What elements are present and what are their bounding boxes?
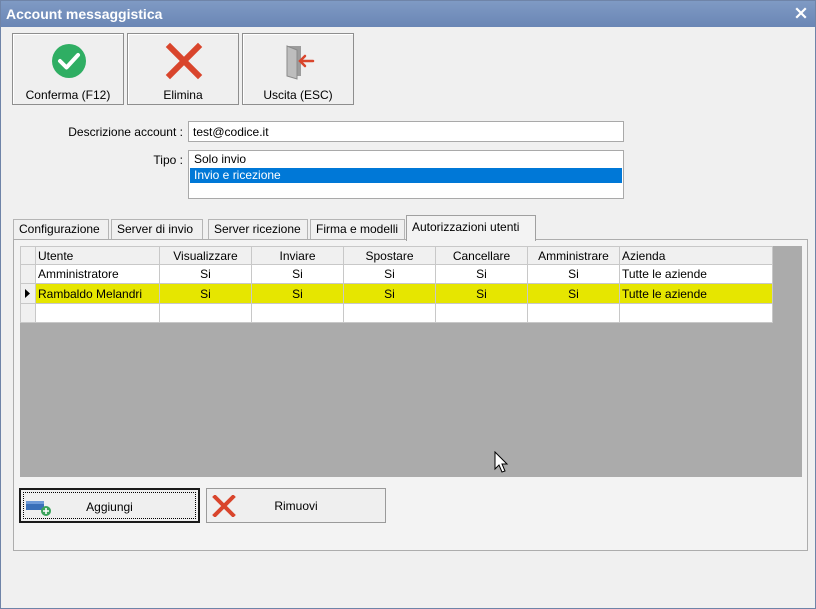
tab-server-invio[interactable]: Server di invio (111, 219, 203, 240)
column-header[interactable]: Cancellare (435, 246, 528, 265)
table-header-row: Utente Visualizzare Inviare Spostare Can… (20, 246, 773, 265)
add-button[interactable]: Aggiungi (19, 488, 200, 523)
row-pointer-icon (25, 289, 30, 298)
checkmark-circle-icon (52, 44, 86, 78)
table-cell[interactable] (159, 303, 252, 323)
table-row-new[interactable] (20, 303, 773, 323)
tab-server-ricezione[interactable]: Server ricezione (208, 219, 308, 240)
table-cell[interactable] (35, 303, 160, 323)
table-cell[interactable]: Si (159, 264, 252, 284)
column-header[interactable]: Visualizzare (159, 246, 252, 265)
column-header[interactable]: Inviare (251, 246, 344, 265)
table-cell[interactable] (527, 303, 620, 323)
table-cell[interactable]: Tutte le aziende (619, 264, 773, 284)
table-cell[interactable]: Si (251, 264, 344, 284)
table-cell[interactable] (435, 303, 528, 323)
table-cell[interactable]: Amministratore (35, 264, 160, 284)
table-cell[interactable]: Rambaldo Melandri (35, 283, 160, 304)
exit-door-icon (286, 45, 315, 80)
confirm-button[interactable]: Conferma (F12) (12, 33, 124, 105)
table-cell[interactable]: Si (159, 283, 252, 304)
tab-configurazione[interactable]: Configurazione (13, 219, 109, 240)
description-label: Descrizione account : (68, 125, 183, 139)
type-listbox[interactable]: Solo invio Invio e ricezione (188, 150, 624, 199)
column-header[interactable]: Azienda (619, 246, 773, 265)
table-cell[interactable]: Si (435, 264, 528, 284)
window-title: Account messaggistica (6, 6, 163, 22)
column-header[interactable]: Utente (35, 246, 160, 265)
row-header[interactable] (20, 283, 36, 304)
table-cell[interactable] (619, 303, 773, 323)
table-cell[interactable] (343, 303, 436, 323)
type-label: Tipo : (153, 153, 183, 167)
type-option-solo-invio[interactable]: Solo invio (190, 152, 622, 167)
title-bar[interactable]: Account messaggistica (1, 1, 815, 27)
type-option-invio-ricezione[interactable]: Invio e ricezione (190, 168, 622, 183)
remove-button-label: Rimuovi (274, 499, 318, 513)
mouse-cursor-icon (494, 451, 509, 473)
tab-firma-modelli[interactable]: Firma e modelli (310, 219, 405, 240)
row-header[interactable] (20, 303, 36, 323)
confirm-button-label: Conferma (F12) (25, 88, 111, 102)
table-row[interactable]: Amministratore Si Si Si Si Si Tutte le a… (20, 264, 773, 284)
row-header-corner (20, 246, 36, 265)
table-cell[interactable]: Si (527, 264, 620, 284)
delete-button-label: Elimina (163, 88, 203, 102)
users-table: Utente Visualizzare Inviare Spostare Can… (20, 246, 773, 323)
table-cell[interactable]: Si (435, 283, 528, 304)
exit-button-label: Uscita (ESC) (263, 88, 333, 102)
table-cell[interactable]: Si (343, 283, 436, 304)
column-header[interactable]: Spostare (343, 246, 436, 265)
table-cell[interactable]: Si (343, 264, 436, 284)
red-x-icon (165, 42, 203, 80)
remove-button[interactable]: Rimuovi (206, 488, 386, 523)
column-header[interactable]: Amministrare (527, 246, 620, 265)
users-grid[interactable]: Utente Visualizzare Inviare Spostare Can… (20, 246, 802, 477)
add-button-label: Aggiungi (86, 500, 133, 514)
description-input[interactable] (188, 121, 624, 142)
close-icon[interactable] (793, 5, 809, 21)
table-cell[interactable]: Si (527, 283, 620, 304)
dialog-window: Account messaggistica Conferma (F12) Eli… (0, 0, 816, 609)
add-user-icon (26, 501, 51, 516)
table-cell[interactable]: Tutte le aziende (619, 283, 773, 304)
tab-panel: Utente Visualizzare Inviare Spostare Can… (13, 239, 808, 551)
row-header[interactable] (20, 264, 36, 284)
exit-button[interactable]: Uscita (ESC) (242, 33, 354, 105)
delete-button[interactable]: Elimina (127, 33, 239, 105)
table-row-selected[interactable]: Rambaldo Melandri Si Si Si Si Si Tutte l… (20, 283, 773, 304)
table-cell[interactable]: Si (251, 283, 344, 304)
table-cell[interactable] (251, 303, 344, 323)
tab-autorizzazioni-utenti[interactable]: Autorizzazioni utenti (406, 215, 536, 241)
